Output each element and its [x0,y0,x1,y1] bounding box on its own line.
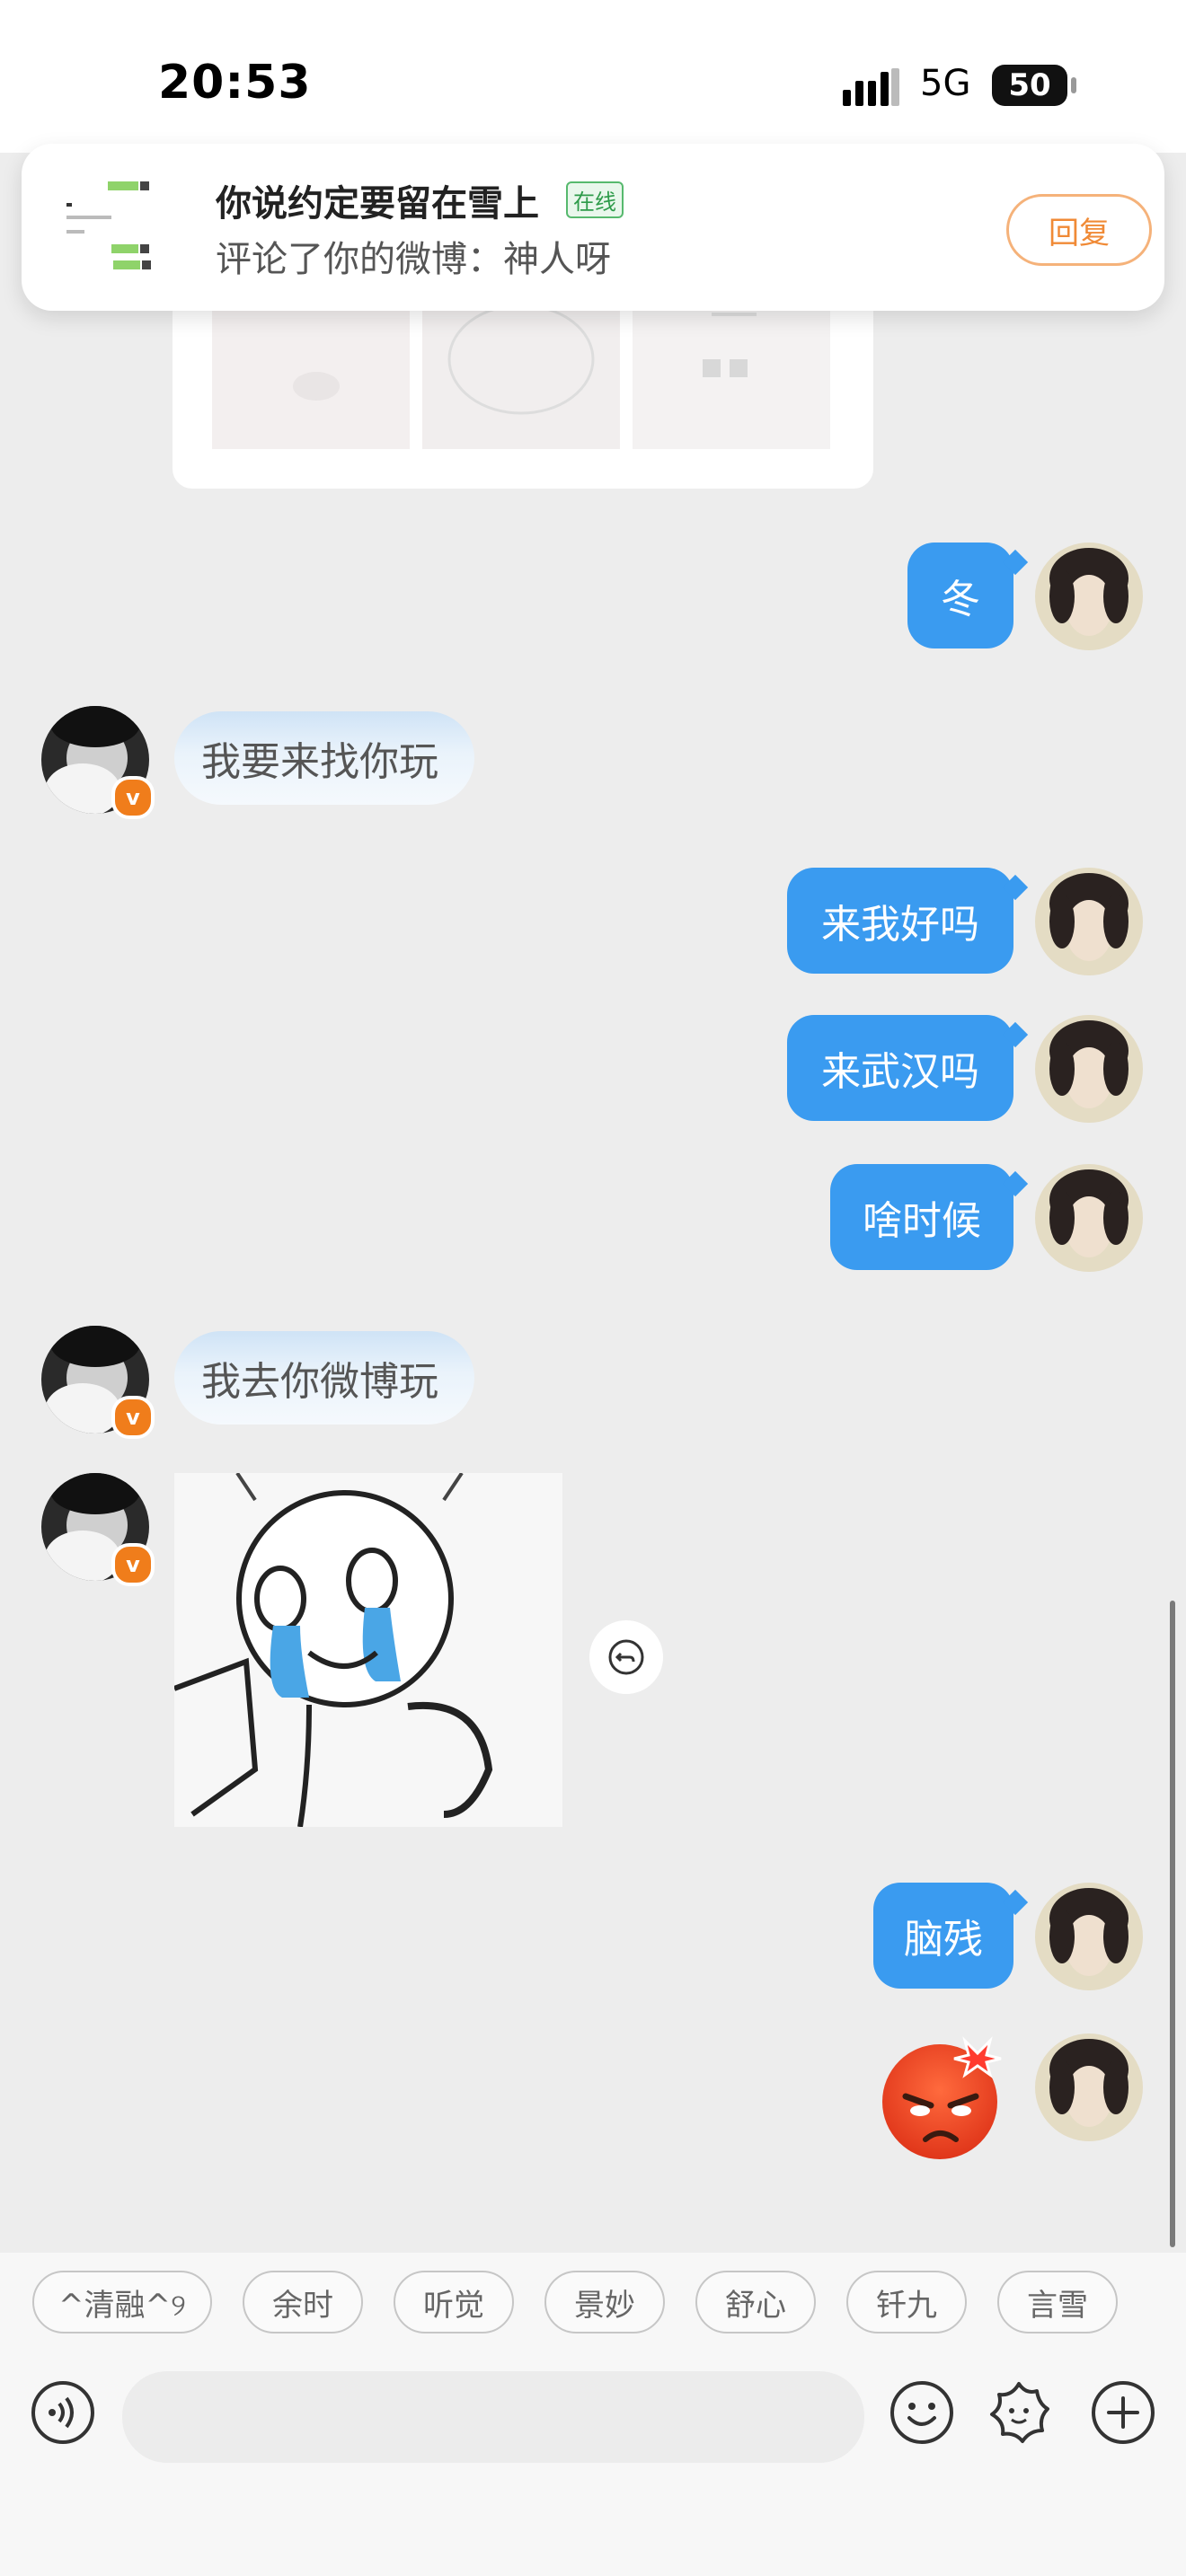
message-input[interactable] [122,2371,864,2463]
signal-icon [843,68,899,106]
quick-reply-chip[interactable]: 舒心 [695,2271,816,2333]
notification-thumbnail [58,176,183,284]
battery-cap [1071,77,1076,93]
message-bubble-sent[interactable]: 啥时候 [830,1164,1013,1270]
verified-badge-icon: v [111,1396,155,1439]
reply-button[interactable]: 回复 [1006,194,1152,266]
notification-message: 评论了你的微博：神人呀 [216,239,611,280]
my-avatar[interactable] [1035,1015,1143,1123]
message-bubble-received[interactable]: 我要来找你玩 [174,711,474,805]
crying-meme-sticker[interactable] [174,1473,562,1827]
forward-icon[interactable] [589,1620,663,1694]
my-avatar[interactable] [1035,1883,1143,1990]
notification-banner[interactable]: 你说约定要留在雪上 在线 评论了你的微博：神人呀 回复 [22,144,1164,311]
sticker-icon[interactable] [985,2378,1053,2447]
status-bar: 20:53 5G 50 [0,0,1186,153]
my-avatar[interactable] [1035,868,1143,975]
verified-badge-icon: v [111,1543,155,1586]
network-type: 5G [920,63,971,104]
my-avatar[interactable] [1035,543,1143,650]
verified-badge-icon: v [111,776,155,819]
quick-reply-chip[interactable]: 听觉 [394,2271,514,2333]
quick-reply-chip[interactable]: ^清融^୨ [32,2271,212,2333]
my-avatar[interactable] [1035,2033,1143,2141]
plus-icon[interactable] [1089,2378,1157,2447]
voice-icon[interactable] [29,2378,97,2447]
battery-icon: 50 [992,65,1067,106]
scrollbar[interactable] [1170,1601,1175,2247]
emoji-icon[interactable] [888,2378,956,2447]
quick-reply-chip[interactable]: 钎九 [846,2271,967,2333]
status-time: 20:53 [158,56,312,110]
message-bubble-sent[interactable]: 脑残 [873,1883,1013,1989]
my-avatar[interactable] [1035,1164,1143,1272]
notification-sender: 你说约定要留在雪上 [216,183,539,225]
message-bubble-received[interactable]: 我去你微博玩 [174,1331,474,1425]
online-badge: 在线 [566,181,624,218]
message-bubble-sent[interactable]: 来武汉吗 [787,1015,1013,1121]
angry-face-emoji[interactable] [879,2033,1005,2159]
quick-reply-chip[interactable]: 余时 [243,2271,363,2333]
quick-reply-chip[interactable]: 言雪 [997,2271,1118,2333]
message-bubble-sent[interactable]: 来我好吗 [787,868,1013,974]
message-bubble-sent[interactable]: 冬 [907,543,1013,648]
quick-reply-chip[interactable]: 景妙 [544,2271,665,2333]
